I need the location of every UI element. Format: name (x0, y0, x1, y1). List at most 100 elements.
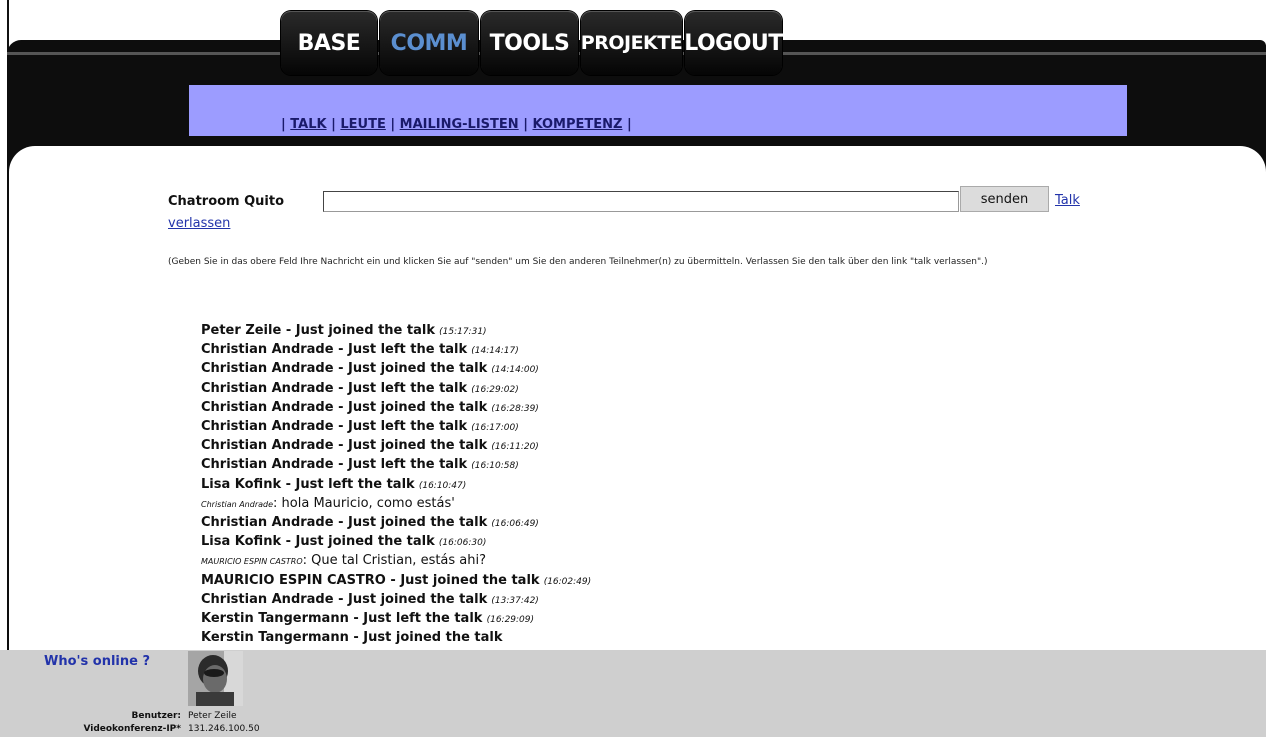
event-text: Just left the talk (348, 342, 468, 358)
event-dash: - (333, 419, 349, 435)
subnav-link-mailing-listen[interactable]: MAILING-LISTEN (400, 117, 519, 132)
user-value: Peter Zeile (188, 711, 237, 721)
event-text: Just joined the talk (295, 323, 435, 338)
event-dash: - (348, 611, 364, 627)
event-user-name: MAURICIO ESPIN CASTRO (201, 572, 386, 588)
event-time: (16:28:39) (491, 403, 539, 414)
chat-event: Lisa Kofink - Just left the talk (16:10:… (201, 476, 1101, 495)
event-time: (15:17:31) (439, 327, 487, 337)
send-button[interactable]: senden (960, 186, 1049, 212)
event-time: (14:14:00) (491, 365, 539, 376)
event-time: (14:14:17) (471, 346, 519, 357)
subnav-separator: | (281, 117, 286, 132)
event-dash: - (333, 515, 349, 531)
event-time: (16:17:00) (471, 423, 519, 434)
event-dash: - (333, 399, 349, 415)
event-text: Just left the talk (348, 380, 468, 396)
whos-online-label: Who's online ? (44, 654, 151, 669)
tab-base[interactable]: BASE (281, 11, 377, 75)
subnav-separator: | (331, 117, 336, 132)
video-ip-value: 131.246.100.50 (188, 724, 260, 734)
event-user-name: Kerstin Tangermann (201, 611, 349, 627)
chat-event: Christian Andrade - Just left the talk (… (201, 418, 1101, 437)
event-time: (16:10:58) (471, 461, 519, 472)
event-user-name: Christian Andrade (201, 515, 334, 531)
tab-logout[interactable]: LOGOUT (684, 11, 783, 75)
subnav-link-kompetenz[interactable]: KOMPETENZ (532, 117, 622, 132)
event-dash: - (281, 476, 296, 492)
main-nav: BASE COMM TOOLS PROJEKTE LOGOUT (281, 11, 783, 75)
event-time: (16:10:47) (418, 480, 467, 491)
event-time: (16:06:30) (438, 538, 487, 549)
tab-comm[interactable]: COMM (380, 11, 478, 75)
event-dash: - (281, 323, 296, 338)
event-user-name: Christian Andrade (201, 457, 334, 473)
event-dash: - (333, 380, 349, 396)
chat-event: Christian Andrade - Just joined the talk… (201, 591, 1101, 610)
subnav-separator: | (523, 117, 528, 132)
event-user-name: Christian Andrade (201, 591, 334, 607)
chat-instructions: (Geben Sie in das obere Feld Ihre Nachri… (168, 257, 988, 267)
event-time: (16:02:49) (543, 576, 592, 587)
event-text: Just joined the talk (348, 361, 488, 377)
subnav-separator: | (390, 117, 396, 132)
event-time: (16:29:02) (471, 384, 519, 395)
chat-message-input[interactable] (323, 191, 959, 212)
event-user-name: Christian Andrade (201, 399, 334, 415)
event-dash: - (333, 361, 349, 377)
event-user-name: Kerstin Tangermann (201, 630, 349, 646)
tab-projekte[interactable]: PROJEKTE (581, 11, 683, 75)
chat-event: Peter Zeile - Just joined the talk (15:1… (201, 322, 1101, 341)
event-user-name: Christian Andrade (201, 361, 334, 377)
chat-message: Christian Andrade: hola Mauricio, como e… (201, 495, 1101, 514)
leave-talk-link[interactable]: Talk (1055, 193, 1080, 208)
event-dash: - (333, 342, 349, 358)
tab-tools[interactable]: TOOLS (481, 11, 578, 75)
subnav-link-leute[interactable]: LEUTE (340, 117, 385, 132)
chat-event: Christian Andrade - Just left the talk (… (201, 456, 1101, 475)
subnav-links: | TALK | LEUTE | MAILING-LISTEN | KOMPET… (281, 117, 632, 132)
chat-event: Christian Andrade - Just joined the talk… (201, 437, 1101, 456)
event-text: Just joined the talk (363, 630, 503, 646)
event-user-name: Lisa Kofink (201, 534, 282, 550)
message-speaker: Christian Andrade (201, 499, 274, 509)
event-dash: - (333, 591, 349, 607)
event-dash: - (333, 457, 349, 473)
chat-event: Christian Andrade - Just left the talk (… (201, 380, 1101, 399)
message-text: hola Mauricio, como estás' (281, 495, 455, 511)
event-text: Just joined the talk (295, 534, 435, 550)
chat-event: Christian Andrade - Just joined the talk… (201, 399, 1101, 418)
event-time: (16:29:09) (486, 615, 535, 626)
event-text: Just left the talk (363, 611, 483, 627)
event-user-name: Lisa Kofink (201, 476, 282, 492)
leave-talk-link-continued[interactable]: verlassen (168, 216, 230, 231)
message-text: Que tal Cristian, estás ahi? (311, 553, 487, 569)
event-user-name: Christian Andrade (201, 438, 334, 454)
chat-message: MAURICIO ESPIN CASTRO: Que tal Cristian,… (201, 552, 1101, 571)
chat-event: MAURICIO ESPIN CASTRO - Just joined the … (201, 572, 1101, 591)
subnav-separator: | (626, 117, 632, 132)
event-time: (13:37:42) (491, 595, 539, 606)
chat-event: Lisa Kofink - Just joined the talk (16:0… (201, 533, 1101, 552)
chat-event: Kerstin Tangermann - Just joined the tal… (201, 629, 1101, 647)
event-time: (16:11:20) (491, 442, 539, 453)
event-text: Just left the talk (348, 457, 468, 473)
event-time: (16:06:49) (491, 519, 539, 530)
event-text: Just joined the talk (348, 515, 488, 531)
message-colon: : (302, 553, 312, 569)
event-dash: - (348, 630, 364, 646)
event-text: Just joined the talk (400, 572, 540, 588)
chat-event: Kerstin Tangermann - Just left the talk … (201, 610, 1101, 629)
event-text: Just joined the talk (348, 438, 488, 454)
message-speaker: MAURICIO ESPIN CASTRO (201, 557, 303, 567)
event-user-name: Christian Andrade (201, 419, 334, 435)
message-colon: : (273, 495, 282, 511)
chat-event: Christian Andrade - Just joined the talk… (201, 360, 1101, 379)
event-dash: - (385, 572, 401, 588)
subnav-link-talk[interactable]: TALK (290, 117, 326, 132)
event-text: Just left the talk (348, 419, 468, 435)
user-label: Benutzer: (131, 711, 181, 721)
user-avatar[interactable] (188, 651, 243, 706)
chat-event: Christian Andrade - Just joined the talk… (201, 514, 1101, 533)
event-text: Just joined the talk (348, 399, 488, 415)
